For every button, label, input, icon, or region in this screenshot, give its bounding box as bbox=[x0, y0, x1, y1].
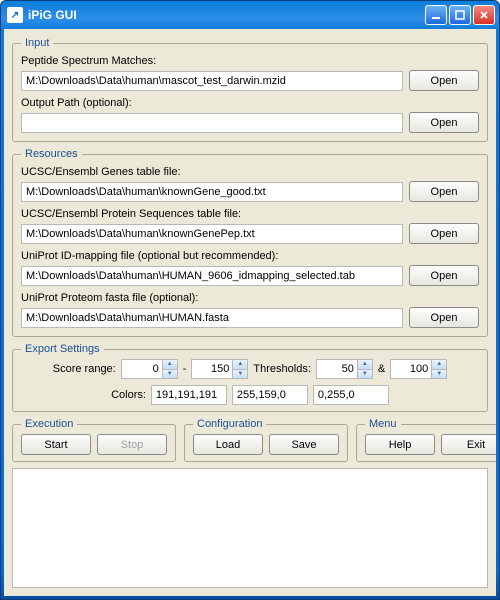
chevron-up-icon[interactable]: ▲ bbox=[358, 360, 372, 370]
threshold-amp: & bbox=[378, 363, 385, 375]
score-range-label: Score range: bbox=[53, 363, 116, 375]
titlebar[interactable]: ↗ iPiG GUI bbox=[1, 1, 499, 29]
score-max-input[interactable] bbox=[192, 360, 232, 378]
exit-button[interactable]: Exit bbox=[441, 434, 496, 455]
window-title: iPiG GUI bbox=[28, 8, 423, 22]
score-dash: - bbox=[183, 363, 187, 375]
protein-open-button[interactable]: Open bbox=[409, 223, 479, 244]
genes-label: UCSC/Ensembl Genes table file: bbox=[21, 166, 479, 178]
color1-input[interactable] bbox=[151, 385, 227, 405]
resources-group: Resources UCSC/Ensembl Genes table file:… bbox=[12, 148, 488, 337]
thresholds-label: Thresholds: bbox=[253, 363, 310, 375]
close-icon bbox=[479, 10, 489, 20]
console-output[interactable] bbox=[12, 468, 488, 588]
chevron-down-icon[interactable]: ▼ bbox=[358, 370, 372, 379]
threshold-a-input[interactable] bbox=[317, 360, 357, 378]
threshold-b-spinner[interactable]: ▲▼ bbox=[390, 359, 447, 379]
psm-open-button[interactable]: Open bbox=[409, 70, 479, 91]
export-legend: Export Settings bbox=[21, 343, 104, 355]
score-max-spinner[interactable]: ▲▼ bbox=[191, 359, 248, 379]
threshold-b-input[interactable] bbox=[391, 360, 431, 378]
input-group: Input Peptide Spectrum Matches: Open Out… bbox=[12, 37, 488, 142]
close-button[interactable] bbox=[473, 5, 495, 25]
stop-button[interactable]: Stop bbox=[97, 434, 167, 455]
protein-input[interactable] bbox=[21, 224, 403, 244]
execution-group: Execution Start Stop bbox=[12, 418, 176, 462]
config-group: Configuration Load Save bbox=[184, 418, 348, 462]
maximize-icon bbox=[455, 10, 465, 20]
output-open-button[interactable]: Open bbox=[409, 112, 479, 133]
uniprot-fasta-input[interactable] bbox=[21, 308, 403, 328]
menu-group: Menu Help Exit bbox=[356, 418, 496, 462]
execution-legend: Execution bbox=[21, 418, 77, 430]
minimize-icon bbox=[431, 10, 441, 20]
client-area: Input Peptide Spectrum Matches: Open Out… bbox=[4, 29, 496, 596]
resources-legend: Resources bbox=[21, 148, 82, 160]
score-min-input[interactable] bbox=[122, 360, 162, 378]
threshold-a-spinner[interactable]: ▲▼ bbox=[316, 359, 373, 379]
app-icon: ↗ bbox=[7, 7, 23, 23]
config-legend: Configuration bbox=[193, 418, 266, 430]
protein-label: UCSC/Ensembl Protein Sequences table fil… bbox=[21, 208, 479, 220]
psm-label: Peptide Spectrum Matches: bbox=[21, 55, 479, 67]
maximize-button[interactable] bbox=[449, 5, 471, 25]
app-window: ↗ iPiG GUI Input Peptide Spectrum Matche… bbox=[0, 0, 500, 600]
input-legend: Input bbox=[21, 37, 53, 49]
color2-input[interactable] bbox=[232, 385, 308, 405]
chevron-up-icon[interactable]: ▲ bbox=[233, 360, 247, 370]
chevron-down-icon[interactable]: ▼ bbox=[432, 370, 446, 379]
action-bar: Execution Start Stop Configuration Load … bbox=[12, 418, 488, 462]
score-min-spinner[interactable]: ▲▼ bbox=[121, 359, 178, 379]
uniprot-id-input[interactable] bbox=[21, 266, 403, 286]
load-button[interactable]: Load bbox=[193, 434, 263, 455]
chevron-up-icon[interactable]: ▲ bbox=[432, 360, 446, 370]
minimize-button[interactable] bbox=[425, 5, 447, 25]
uniprot-id-label: UniProt ID-mapping file (optional but re… bbox=[21, 250, 479, 262]
output-input[interactable] bbox=[21, 113, 403, 133]
uniprot-fasta-open-button[interactable]: Open bbox=[409, 307, 479, 328]
psm-input[interactable] bbox=[21, 71, 403, 91]
genes-open-button[interactable]: Open bbox=[409, 181, 479, 202]
chevron-down-icon[interactable]: ▼ bbox=[233, 370, 247, 379]
menu-legend: Menu bbox=[365, 418, 401, 430]
uniprot-id-open-button[interactable]: Open bbox=[409, 265, 479, 286]
chevron-up-icon[interactable]: ▲ bbox=[163, 360, 177, 370]
genes-input[interactable] bbox=[21, 182, 403, 202]
export-group: Export Settings Score range: ▲▼ - ▲▼ Thr… bbox=[12, 343, 488, 412]
uniprot-fasta-label: UniProt Proteom fasta file (optional): bbox=[21, 292, 479, 304]
colors-label: Colors: bbox=[111, 389, 146, 401]
output-label: Output Path (optional): bbox=[21, 97, 479, 109]
help-button[interactable]: Help bbox=[365, 434, 435, 455]
save-button[interactable]: Save bbox=[269, 434, 339, 455]
start-button[interactable]: Start bbox=[21, 434, 91, 455]
chevron-down-icon[interactable]: ▼ bbox=[163, 370, 177, 379]
color3-input[interactable] bbox=[313, 385, 389, 405]
